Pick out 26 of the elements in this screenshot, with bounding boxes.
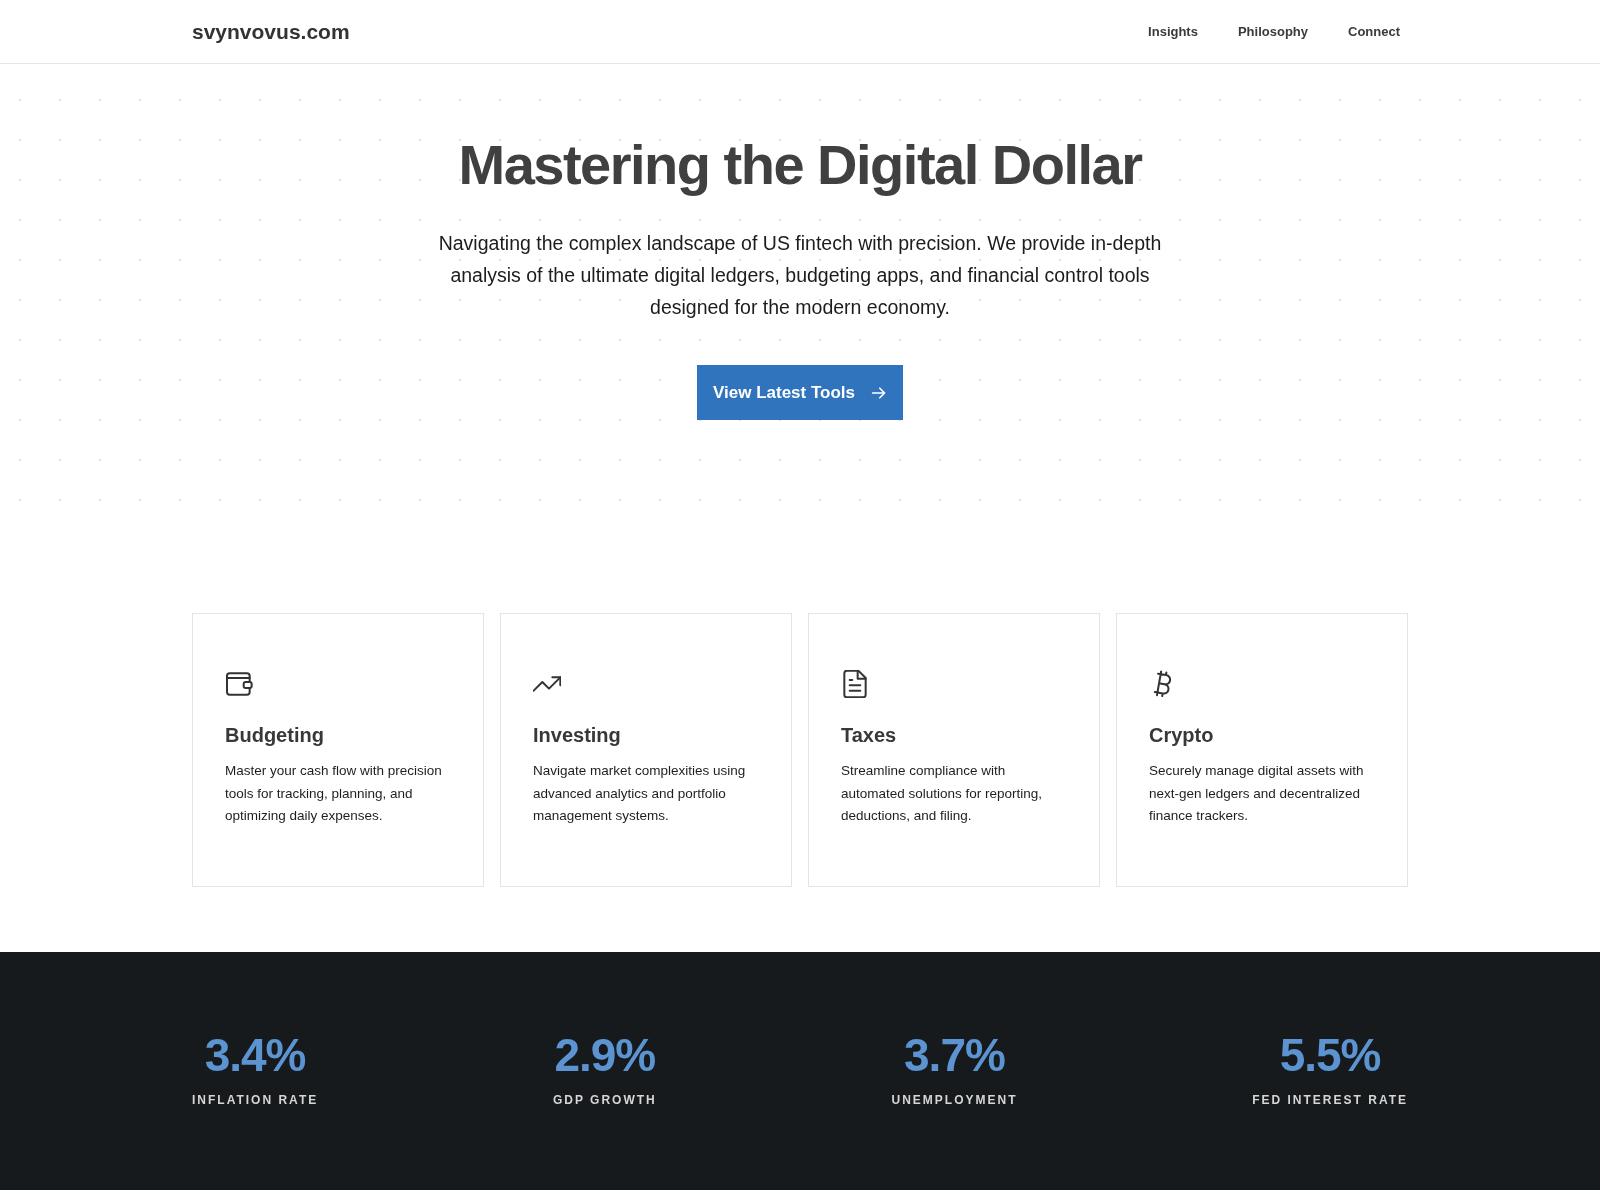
card-description: Streamline compliance with automated solutions for reporting, deductions, and filing. — [841, 762, 1044, 825]
nav-link[interactable]: Connect — [1348, 24, 1400, 39]
wallet-icon — [225, 670, 253, 698]
card-title: Investing — [533, 723, 622, 748]
stat-label: UNEMPLOYMENT — [891, 1092, 1018, 1108]
card-title: Crypto — [1149, 723, 1215, 748]
stat-value: 3.7% — [904, 1028, 1005, 1083]
stat-label: INFLATION RATE — [192, 1092, 319, 1108]
stat-value: 5.5% — [1279, 1028, 1381, 1083]
card-title: Budgeting — [225, 723, 325, 748]
card-description: Navigate market complexities using advanced analytics and portfolio management systems. — [533, 762, 747, 825]
view-tools-button[interactable]: View Latest Tools — [697, 365, 903, 420]
document-icon — [841, 670, 869, 698]
stat-value: 3.4% — [204, 1028, 306, 1083]
stat-label: GDP GROWTH — [552, 1092, 657, 1108]
nav-link[interactable]: Insights — [1148, 24, 1198, 39]
stat-label: FED INTEREST RATE — [1252, 1092, 1408, 1108]
card-description: Master your cash flow with precision tools for tracking, planning, and optimizing daily expenses. — [225, 762, 443, 825]
arrow-right-icon — [871, 384, 887, 401]
stat-value: 2.9% — [554, 1028, 656, 1083]
card-title: Taxes — [841, 723, 898, 748]
nav-link[interactable]: Philosophy — [1237, 24, 1308, 39]
site-logo[interactable]: svynvovus.com — [192, 19, 350, 44]
card-description: Securely manage digital assets with next-gen ledgers and decentralized finance trackers. — [1149, 762, 1365, 825]
hero-title: Mastering the Digital Dollar — [457, 132, 1143, 198]
hero-subtitle: Navigating the complex landscape of US fintech with precision. We provide in-depth analysis of the ultimate digital ledgers, budgeting apps, and financial control tools designed for the modern economy. — [437, 231, 1163, 320]
